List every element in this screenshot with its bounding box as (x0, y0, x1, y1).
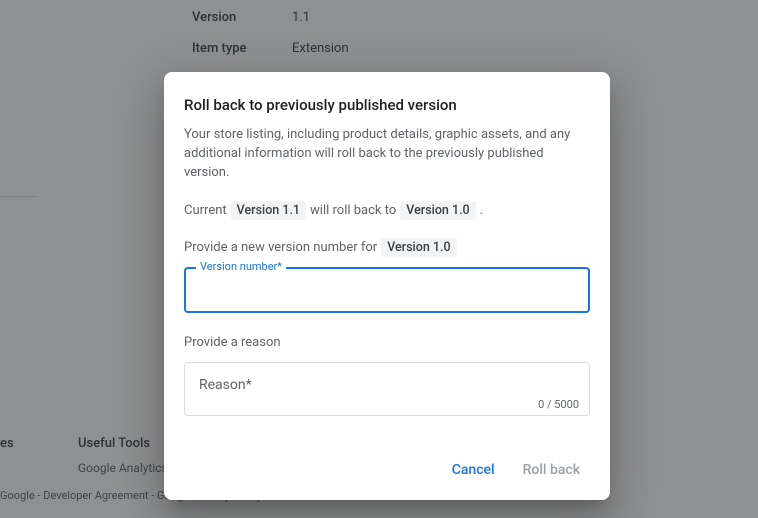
version-number-input[interactable] (184, 267, 590, 313)
summary-period: . (480, 203, 483, 218)
cancel-button[interactable]: Cancel (442, 454, 505, 486)
summary-prefix: Current (184, 203, 227, 218)
dialog-description: Your store listing, including product de… (184, 126, 590, 183)
reason-input-container: 0 / 5000 (184, 362, 590, 416)
dialog-actions: Cancel Roll back (184, 454, 590, 486)
rollback-summary: Current Version 1.1 will roll back to Ve… (184, 201, 590, 220)
rollback-dialog: Roll back to previously published versio… (164, 72, 610, 500)
version-prompt: Provide a new version number for (184, 240, 377, 255)
rollback-button[interactable]: Roll back (513, 454, 590, 486)
dialog-title: Roll back to previously published versio… (184, 96, 590, 114)
current-version-chip: Version 1.1 (231, 201, 306, 220)
summary-middle: will roll back to (310, 203, 396, 218)
reason-textarea[interactable] (185, 363, 589, 415)
reason-prompt: Provide a reason (184, 335, 590, 350)
version-field-label: Version number* (196, 260, 286, 273)
version-prompt-line: Provide a new version number for Version… (184, 238, 590, 257)
reason-char-count: 0 / 5000 (538, 398, 579, 411)
target-version-chip: Version 1.0 (400, 201, 475, 220)
version-input-container: Version number* (184, 267, 590, 313)
version-number-section: Provide a new version number for Version… (184, 238, 590, 313)
version-target-chip: Version 1.0 (381, 238, 456, 257)
reason-section: Provide a reason 0 / 5000 (184, 335, 590, 416)
